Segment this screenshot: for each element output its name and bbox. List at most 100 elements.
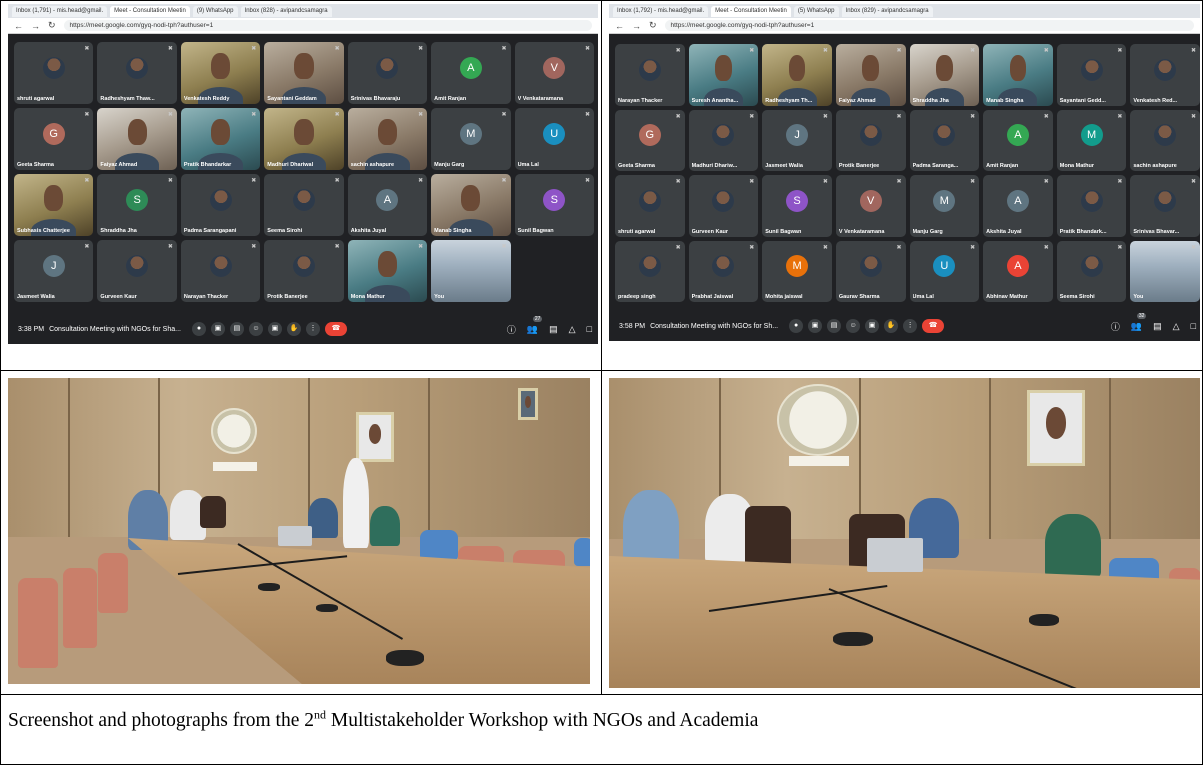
- participant-tile[interactable]: ✖ Sayantani Geddam: [264, 42, 344, 104]
- participant-tile[interactable]: ✖ Protik Banerjee: [264, 240, 344, 302]
- participant-tile[interactable]: ✖ Padma Sarangapani: [180, 174, 261, 236]
- chat-icon[interactable]: ▤: [549, 324, 558, 335]
- emoji-icon[interactable]: ☺: [248, 322, 263, 336]
- activities-icon[interactable]: △: [1173, 321, 1180, 332]
- participant-tile[interactable]: A ✖ Akshita Juyal: [983, 175, 1053, 237]
- participant-tile[interactable]: M ✖ Mona Mathur: [1056, 109, 1127, 171]
- participant-tile[interactable]: U ✖ Uma Lal: [909, 240, 980, 302]
- address-field[interactable]: https://meet.google.com/gyq-nodi-tph?aut…: [63, 20, 592, 31]
- browser-tab[interactable]: Inbox (1,791) - mis.head@gmail.: [12, 5, 108, 17]
- camera-icon[interactable]: ▣: [808, 319, 823, 333]
- browser-tab[interactable]: (9) WhatsApp: [192, 5, 238, 17]
- browser-tab[interactable]: Meet - Consultation Meetin: [711, 5, 791, 17]
- participant-tile[interactable]: M ✖ Manju Garg: [431, 108, 511, 170]
- leave-call-button[interactable]: ☎: [324, 322, 347, 336]
- participant-tile[interactable]: ✖ Faiyaz Ahmad: [97, 108, 177, 170]
- participant-tile[interactable]: ✖ Gurveen Kaur: [97, 240, 177, 302]
- present-screen-icon[interactable]: ▣: [267, 322, 282, 336]
- back-arrow-icon[interactable]: ←: [14, 21, 23, 31]
- people-icon[interactable]: 👥 32: [1131, 312, 1147, 332]
- participant-tile[interactable]: U ✖ Uma Lal: [514, 108, 594, 170]
- participant-tile[interactable]: ✖ sachin ashapure: [1130, 109, 1200, 171]
- reload-icon[interactable]: ↻: [48, 20, 56, 31]
- participant-tile[interactable]: ✖ You: [1130, 240, 1200, 302]
- browser-tab[interactable]: Inbox (828) - avipandcsamagra: [240, 5, 332, 17]
- participant-tile[interactable]: ✖ sachin ashapure: [347, 108, 428, 170]
- participant-tile[interactable]: ✖ You: [431, 240, 511, 302]
- participant-tile[interactable]: ✖ Padma Saranga...: [909, 109, 980, 171]
- participant-tile[interactable]: S ✖ Sunil Bagwan: [514, 174, 594, 236]
- microphone-icon[interactable]: ●: [191, 322, 206, 336]
- host-controls-icon[interactable]: □: [587, 324, 592, 334]
- participant-tile[interactable]: A ✖ Amit Ranjan: [431, 42, 511, 104]
- reload-icon[interactable]: ↻: [649, 20, 657, 31]
- participant-tile[interactable]: ✖ Srinivas Bhavaraju: [347, 42, 428, 104]
- participant-tile[interactable]: ✖ Subhasis Chatterjee: [14, 174, 94, 236]
- participant-tile[interactable]: J ✖ Jasmeet Walia: [14, 240, 94, 302]
- participant-tile[interactable]: ✖ Srinivas Bhavar...: [1130, 175, 1200, 237]
- info-icon[interactable]: ⓘ: [1111, 320, 1120, 333]
- participant-tile[interactable]: ✖ Venkatesh Reddy: [180, 42, 261, 104]
- participant-tile[interactable]: ✖ Manab Singha: [983, 44, 1053, 106]
- participant-tile[interactable]: A ✖ Abhinav Mathur: [983, 240, 1053, 302]
- participant-tile[interactable]: A ✖ Amit Ranjan: [983, 109, 1053, 171]
- leave-call-button[interactable]: ☎: [922, 319, 945, 333]
- info-icon[interactable]: ⓘ: [507, 323, 516, 336]
- participant-tile[interactable]: ✖ shruti agarwal: [14, 42, 94, 104]
- participant-tile[interactable]: ✖ Narayan Thacker: [615, 44, 685, 106]
- participant-tile[interactable]: V ✖ V Venkataramana: [835, 175, 906, 237]
- participant-tile[interactable]: ✖ Gurveen Kaur: [688, 175, 759, 237]
- more-options-icon[interactable]: ⋮: [903, 319, 918, 333]
- participant-tile[interactable]: ✖ Madhuri Dhariw...: [688, 109, 759, 171]
- participant-tile[interactable]: ✖ Radheshyam Th...: [762, 44, 832, 106]
- more-options-icon[interactable]: ⋮: [305, 322, 320, 336]
- chat-icon[interactable]: ▤: [1153, 321, 1162, 332]
- participant-tile[interactable]: S ✖ Sunil Bagwan: [762, 175, 832, 237]
- participant-tile[interactable]: ✖ Shraddha Jha: [909, 44, 980, 106]
- participant-tile[interactable]: ✖ Narayan Thacker: [180, 240, 261, 302]
- browser-tab[interactable]: (5) WhatsApp: [793, 5, 839, 17]
- participant-tile[interactable]: M ✖ Manju Garg: [909, 175, 980, 237]
- participant-tile[interactable]: ✖ Mona Mathur: [347, 240, 428, 302]
- raise-hand-icon[interactable]: ✋: [286, 322, 301, 336]
- participant-tile[interactable]: ✖ Venkatesh Red...: [1130, 44, 1200, 106]
- microphone-icon[interactable]: ●: [789, 319, 804, 333]
- participant-tile[interactable]: A ✖ Akshita Juyal: [347, 174, 428, 236]
- people-icon[interactable]: 👥 27: [527, 315, 543, 335]
- host-controls-icon[interactable]: □: [1191, 321, 1196, 331]
- forward-arrow-icon[interactable]: →: [632, 21, 641, 31]
- browser-tab[interactable]: Inbox (1,792) - mis.head@gmail.: [613, 5, 709, 17]
- participant-tile[interactable]: ✖ Faiyaz Ahmad: [835, 44, 906, 106]
- emoji-icon[interactable]: ☺: [846, 319, 861, 333]
- participant-tile[interactable]: G ✖ Geeta Sharma: [14, 108, 94, 170]
- participant-tile[interactable]: ✖ Radheshyam Thaw...: [97, 42, 177, 104]
- participant-tile[interactable]: ✖ Pratik Bhandark...: [1056, 175, 1127, 237]
- participant-tile[interactable]: S ✖ Shraddha Jha: [97, 174, 177, 236]
- participant-tile[interactable]: G ✖ Geeta Sharma: [615, 109, 685, 171]
- participant-tile[interactable]: ✖ Sayantani Gedd...: [1056, 44, 1127, 106]
- participant-tile[interactable]: M ✖ Mohita jaiswal: [762, 240, 832, 302]
- captions-icon[interactable]: ▤: [229, 322, 244, 336]
- participant-tile[interactable]: ✖ Protik Banerjee: [835, 109, 906, 171]
- address-field[interactable]: https://meet.google.com/gyq-nodi-tph?aut…: [664, 20, 1194, 31]
- participant-tile[interactable]: ✖ Manab Singha: [431, 174, 511, 236]
- participant-tile[interactable]: ✖ Pratik Bhandarkar: [180, 108, 261, 170]
- present-screen-icon[interactable]: ▣: [865, 319, 880, 333]
- participant-tile[interactable]: ✖ Seema Sirohi: [264, 174, 344, 236]
- participant-tile[interactable]: V ✖ V Venkataramana: [514, 42, 594, 104]
- participant-tile[interactable]: J ✖ Jasmeet Walia: [762, 109, 832, 171]
- participant-tile[interactable]: ✖ Suresh Anantha...: [688, 44, 759, 106]
- raise-hand-icon[interactable]: ✋: [884, 319, 899, 333]
- camera-icon[interactable]: ▣: [210, 322, 225, 336]
- browser-tab[interactable]: Inbox (829) - avipandcsamagra: [841, 5, 933, 17]
- captions-icon[interactable]: ▤: [827, 319, 842, 333]
- back-arrow-icon[interactable]: ←: [615, 21, 624, 31]
- browser-tab[interactable]: Meet - Consultation Meetin: [110, 5, 190, 17]
- forward-arrow-icon[interactable]: →: [31, 21, 40, 31]
- participant-tile[interactable]: ✖ shruti agarwal: [615, 175, 685, 237]
- activities-icon[interactable]: △: [569, 324, 576, 335]
- participant-tile[interactable]: ✖ Madhuri Dhariwal: [264, 108, 344, 170]
- participant-tile[interactable]: ✖ Seema Sirohi: [1056, 240, 1127, 302]
- participant-tile[interactable]: ✖ Prabhat Jaiswal: [688, 240, 759, 302]
- participant-tile[interactable]: ✖ Gaurav Sharma: [835, 240, 906, 302]
